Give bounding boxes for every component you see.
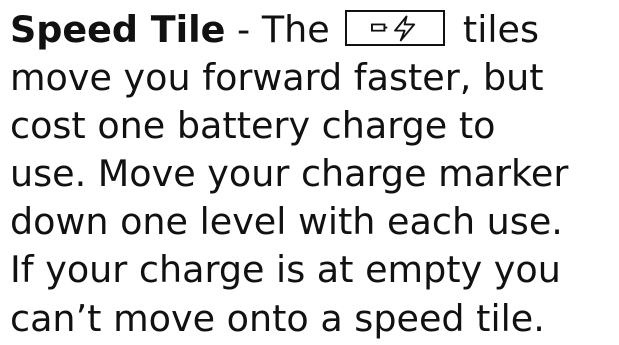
speed-tile-rule: Speed Tile - The tiles move you forward …: [10, 6, 615, 343]
rule-line-6: If your charge is at empty you: [10, 248, 561, 292]
rule-line-1-tail: tiles: [451, 8, 539, 51]
rule-line-2: move you forward faster, but: [10, 56, 544, 100]
rule-line-4: use. Move your charge marker: [10, 152, 569, 196]
rule-line-1: Speed Tile - The tiles: [10, 6, 615, 54]
rule-line-7: can’t move onto a speed tile.: [10, 296, 545, 340]
rule-separator: - The: [225, 8, 342, 51]
rule-line-3: cost one battery charge to: [10, 104, 496, 148]
battery-lightning-icon: [345, 10, 446, 46]
rule-line-5: down one level with each use.: [10, 200, 563, 244]
rule-term: Speed Tile: [10, 8, 226, 51]
